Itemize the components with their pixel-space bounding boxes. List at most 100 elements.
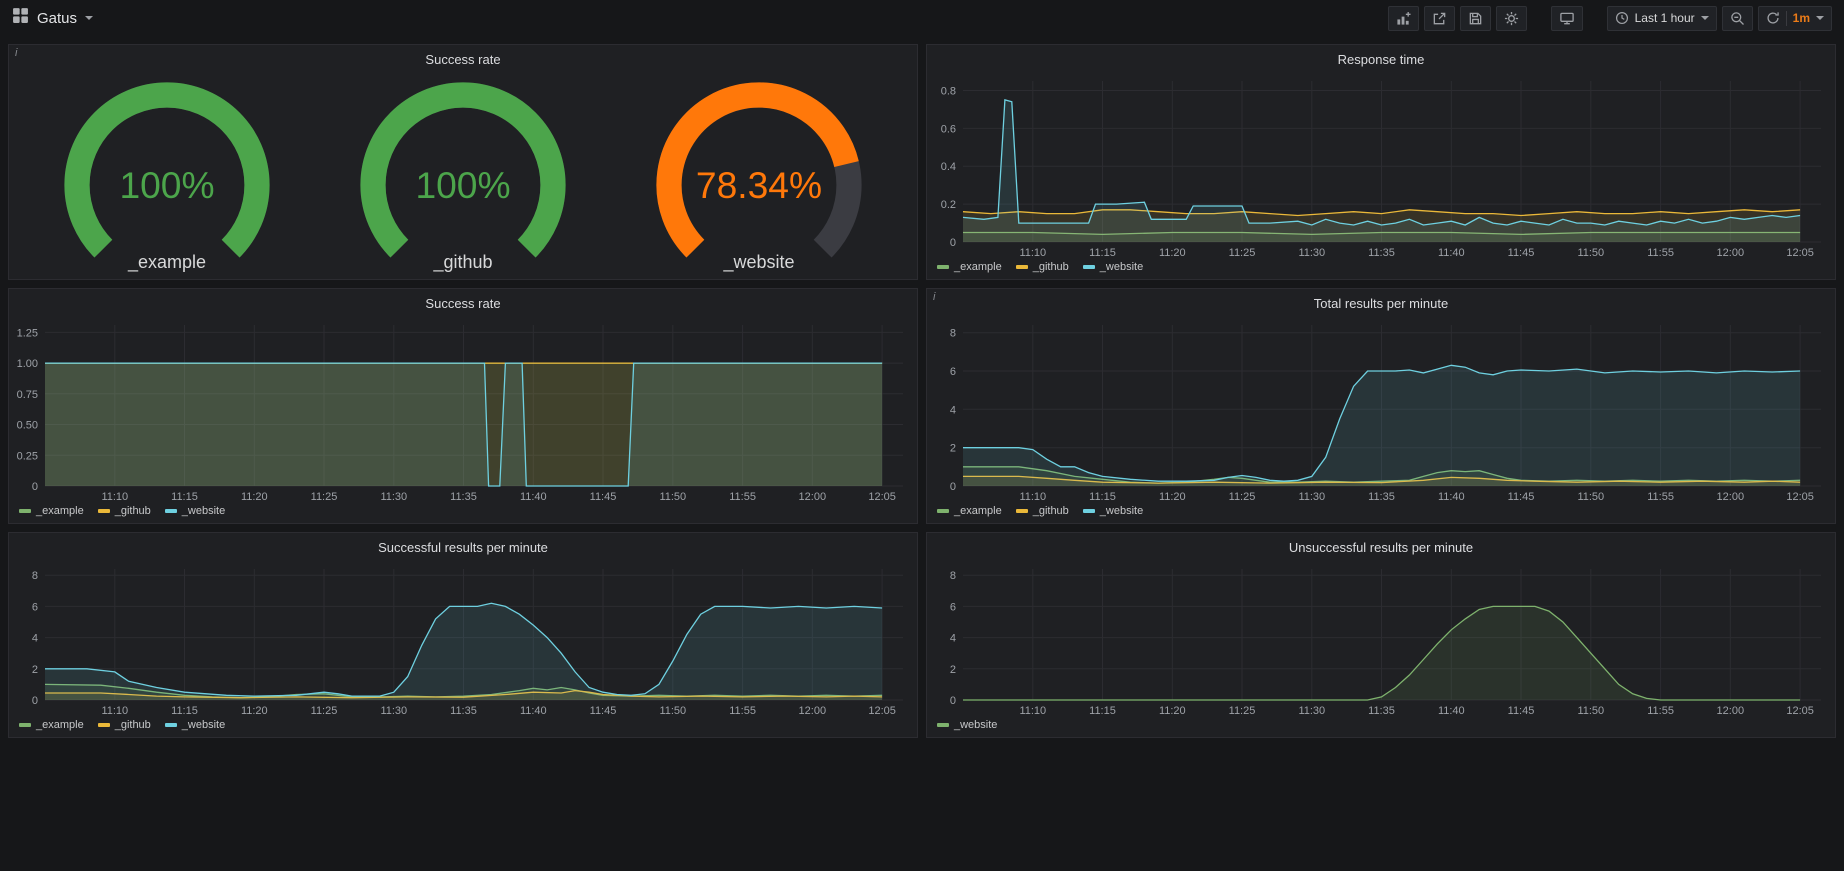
- panel-success-rate-gauges: i Success rate 100% _example 100% _github 78…: [8, 44, 918, 280]
- svg-text:12:00: 12:00: [1717, 491, 1745, 503]
- svg-text:11:30: 11:30: [380, 491, 407, 503]
- svg-text:11:55: 11:55: [1647, 247, 1674, 259]
- successful-results-chart[interactable]: 0246811:1011:1511:2011:2511:3011:3511:40…: [9, 559, 917, 717]
- caret-down-icon: [85, 16, 93, 20]
- info-icon[interactable]: i: [9, 45, 27, 63]
- svg-text:4: 4: [950, 633, 956, 645]
- legend-item-_github[interactable]: _github: [1016, 261, 1069, 273]
- time-range-picker[interactable]: Last 1 hour: [1607, 6, 1717, 31]
- time-range-label: Last 1 hour: [1635, 11, 1695, 25]
- gauge-_website: 78.34%_website: [639, 71, 879, 280]
- panel-title[interactable]: Response time: [927, 45, 1835, 67]
- legend-item-_example[interactable]: _example: [19, 505, 84, 517]
- gauge-value: 100%: [119, 164, 214, 206]
- panel-title[interactable]: Successful results per minute: [9, 533, 917, 555]
- svg-text:11:35: 11:35: [450, 705, 477, 717]
- svg-text:11:15: 11:15: [171, 491, 198, 503]
- cycle-view-mode-button[interactable]: [1551, 6, 1583, 31]
- zoom-out-icon: [1730, 11, 1745, 26]
- legend-color-mark: [937, 265, 949, 269]
- dashboard-settings-button[interactable]: [1496, 6, 1527, 31]
- svg-text:11:45: 11:45: [1508, 491, 1535, 503]
- chart-legend: _example _github _website: [9, 717, 917, 737]
- svg-text:2: 2: [950, 664, 956, 676]
- panel-title[interactable]: Success rate: [9, 45, 917, 67]
- chart-legend: _example _github _website: [927, 503, 1835, 523]
- legend-item-_github[interactable]: _github: [98, 719, 151, 731]
- svg-text:11:10: 11:10: [1019, 491, 1046, 503]
- legend-item-_github[interactable]: _github: [98, 505, 151, 517]
- svg-text:11:10: 11:10: [1019, 247, 1046, 259]
- zoom-out-time-button[interactable]: [1722, 6, 1753, 31]
- panel-header: Success rate: [9, 289, 917, 315]
- svg-text:12:00: 12:00: [1717, 705, 1745, 717]
- svg-text:11:55: 11:55: [729, 705, 756, 717]
- svg-text:11:10: 11:10: [101, 491, 128, 503]
- response-time-chart[interactable]: 00.20.40.60.811:1011:1511:2011:2511:3011…: [927, 71, 1835, 259]
- svg-text:11:45: 11:45: [590, 705, 617, 717]
- gauge-value: 100%: [415, 164, 510, 206]
- svg-text:8: 8: [950, 328, 956, 340]
- legend-color-mark: [98, 509, 110, 513]
- legend-item-_example[interactable]: _example: [19, 719, 84, 731]
- info-icon[interactable]: i: [927, 289, 945, 307]
- svg-text:0.8: 0.8: [941, 86, 956, 98]
- svg-text:11:40: 11:40: [1438, 705, 1465, 717]
- legend-item-_website[interactable]: _website: [165, 505, 225, 517]
- legend-item-_website[interactable]: _website: [1083, 261, 1143, 273]
- gauge-label: _example: [127, 252, 206, 273]
- panel-title[interactable]: Total results per minute: [927, 289, 1835, 311]
- panel-title[interactable]: Unsuccessful results per minute: [927, 533, 1835, 555]
- svg-text:0.75: 0.75: [17, 389, 38, 401]
- svg-text:6: 6: [32, 601, 38, 613]
- svg-text:12:00: 12:00: [799, 705, 827, 717]
- total-results-chart[interactable]: 0246811:1011:1511:2011:2511:3011:3511:40…: [927, 315, 1835, 503]
- svg-text:11:20: 11:20: [1159, 491, 1186, 503]
- svg-text:11:15: 11:15: [171, 705, 198, 717]
- gauge-label: _github: [432, 252, 492, 273]
- gauge-_github: 100% _github: [343, 71, 583, 280]
- success-rate-chart[interactable]: 00.250.500.751.001.2511:1011:1511:2011:2…: [9, 315, 917, 503]
- refresh-button[interactable]: 1m: [1758, 6, 1832, 31]
- legend-item-_github[interactable]: _github: [1016, 505, 1069, 517]
- legend-item-_website[interactable]: _website: [1083, 505, 1143, 517]
- svg-text:12:05: 12:05: [1786, 247, 1814, 259]
- add-panel-button[interactable]: [1388, 6, 1419, 31]
- chart-legend: _website: [927, 717, 1835, 737]
- refresh-interval-label: 1m: [1793, 11, 1810, 25]
- svg-text:0.50: 0.50: [17, 420, 38, 432]
- legend-color-mark: [165, 723, 177, 727]
- svg-text:0: 0: [950, 237, 956, 249]
- legend-color-mark: [98, 723, 110, 727]
- svg-text:6: 6: [950, 366, 956, 378]
- svg-text:11:30: 11:30: [1298, 705, 1325, 717]
- svg-text:11:20: 11:20: [241, 705, 268, 717]
- legend-item-_website[interactable]: _website: [937, 719, 997, 731]
- dashboard-title-dropdown[interactable]: Gatus: [12, 7, 93, 29]
- svg-text:11:50: 11:50: [1577, 247, 1604, 259]
- legend-item-_example[interactable]: _example: [937, 505, 1002, 517]
- legend-color-mark: [19, 723, 31, 727]
- legend-color-mark: [19, 509, 31, 513]
- legend-item-_website[interactable]: _website: [165, 719, 225, 731]
- svg-text:11:40: 11:40: [520, 705, 547, 717]
- share-dashboard-button[interactable]: [1424, 6, 1455, 31]
- svg-text:11:55: 11:55: [1647, 491, 1674, 503]
- legend-color-mark: [937, 723, 949, 727]
- unsuccessful-results-chart[interactable]: 0246811:1011:1511:2011:2511:3011:3511:40…: [927, 559, 1835, 717]
- legend-color-mark: [1016, 265, 1028, 269]
- svg-text:2: 2: [950, 443, 956, 455]
- svg-text:11:30: 11:30: [380, 705, 407, 717]
- save-dashboard-button[interactable]: [1460, 6, 1491, 31]
- legend-item-_example[interactable]: _example: [937, 261, 1002, 273]
- svg-text:11:50: 11:50: [1577, 705, 1604, 717]
- svg-text:12:00: 12:00: [799, 491, 827, 503]
- svg-text:12:05: 12:05: [868, 705, 896, 717]
- svg-text:11:35: 11:35: [1368, 247, 1395, 259]
- panel-title[interactable]: Success rate: [9, 289, 917, 311]
- svg-text:1.25: 1.25: [17, 327, 38, 339]
- svg-text:12:05: 12:05: [868, 491, 896, 503]
- svg-text:4: 4: [32, 633, 38, 645]
- legend-color-mark: [165, 509, 177, 513]
- svg-text:11:40: 11:40: [1438, 247, 1465, 259]
